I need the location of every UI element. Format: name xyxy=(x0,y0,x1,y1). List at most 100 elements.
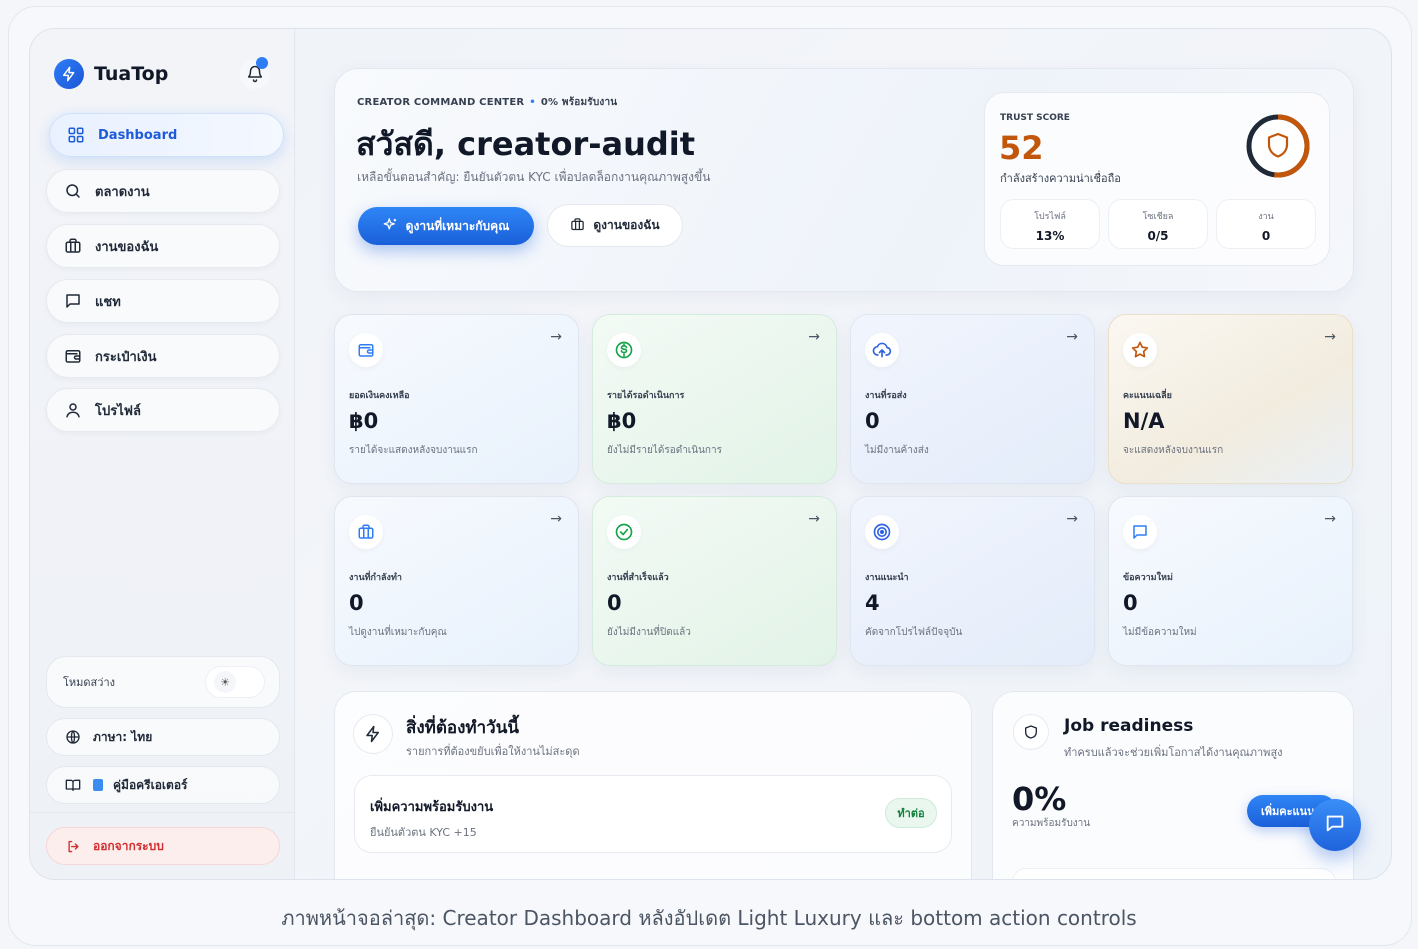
card-label: งานที่รอส่ง xyxy=(865,391,907,401)
language-button[interactable]: ภาษา: ไทย xyxy=(46,718,280,756)
today-title: สิ่งที่ต้องทำวันนี้ xyxy=(406,718,519,738)
sidebar-item-label: แชท xyxy=(95,294,121,310)
chat-icon xyxy=(1324,812,1346,838)
grid-icon xyxy=(66,125,86,145)
arrow-right-icon: → xyxy=(1066,511,1078,527)
arrow-right-icon: → xyxy=(1324,329,1336,345)
active-jobs-card[interactable]: → งานที่กำลังทำ 0 ไปดูงานที่เหมาะกับคุณ xyxy=(334,496,579,666)
sidebar-item-chat[interactable]: แชท xyxy=(46,279,280,323)
card-value: 4 xyxy=(865,591,880,615)
notification-bell-icon[interactable] xyxy=(240,57,270,89)
stat-jobs: งาน 0 xyxy=(1216,199,1316,249)
guide-label: คู่มือครีเอเตอร์ xyxy=(113,777,188,792)
star-icon xyxy=(1123,333,1157,367)
sidebar-item-wallet[interactable]: กระเป๋าเงิน xyxy=(46,334,280,378)
card-value: ฿0 xyxy=(349,409,379,433)
sidebar-item-label: Dashboard xyxy=(98,127,178,143)
briefcase-icon xyxy=(63,236,83,256)
stat-profile: โปรไฟล์ 13% xyxy=(1000,199,1100,249)
my-jobs-button[interactable]: ดูงานของฉัน xyxy=(547,204,683,247)
stat-label: โปรไฟล์ xyxy=(1034,212,1066,222)
card-value: 0 xyxy=(1123,591,1138,615)
stat-value: 13% xyxy=(1035,229,1065,243)
hero-eyebrow: CREATOR COMMAND CENTER • 0% พร้อมรับงาน xyxy=(357,97,618,108)
chat-fab-button[interactable] xyxy=(1309,799,1361,851)
notification-dot xyxy=(256,57,268,69)
dollar-icon xyxy=(607,333,641,367)
stat-label: โซเชียล xyxy=(1142,212,1174,222)
logout-icon xyxy=(63,836,83,856)
recommended-jobs-card[interactable]: → งานแนะนำ 4 คัดจากโปรไฟล์ปัจจุบัน xyxy=(850,496,1095,666)
arrow-right-icon: → xyxy=(808,511,820,527)
sun-icon: ☀ xyxy=(214,671,236,693)
screenshot-caption: ภาพหน้าจอล่าสุด: Creator Dashboard หลังอ… xyxy=(281,906,1137,930)
trust-label: TRUST SCORE xyxy=(1000,113,1070,123)
trust-score-card: TRUST SCORE 52 กำลังสร้างความน่าเชื่อถือ… xyxy=(984,92,1330,266)
readiness-checklist-item[interactable] xyxy=(1012,868,1336,879)
card-subtitle: รายได้จะแสดงหลังจบงานแรก xyxy=(349,445,478,456)
creator-guide-button[interactable]: คู่มือครีเอเตอร์ xyxy=(46,766,280,804)
pending-delivery-card[interactable]: → งานที่รอส่ง 0 ไม่มีงานค้างส่ง xyxy=(850,314,1095,484)
recommended-jobs-button[interactable]: ดูงานที่เหมาะกับคุณ xyxy=(358,207,534,245)
shield-icon xyxy=(1013,714,1049,750)
upload-cloud-icon xyxy=(865,333,899,367)
wallet-icon xyxy=(63,346,83,366)
pending-income-card[interactable]: → รายได้รอดำเนินการ ฿0 ยังไม่มีรายได้รอด… xyxy=(592,314,837,484)
card-subtitle: ไม่มีงานค้างส่ง xyxy=(865,445,929,456)
page-title: สวัสดี, creator-audit xyxy=(356,125,696,163)
sidebar-item-dashboard[interactable]: Dashboard xyxy=(49,113,284,157)
lightning-icon xyxy=(353,714,393,754)
sidebar-item-label: โปรไฟล์ xyxy=(95,403,141,419)
user-icon xyxy=(63,400,83,420)
task-title: เพิ่มความพร้อมรับงาน xyxy=(370,800,494,815)
card-label: งานที่สำเร็จแล้ว xyxy=(607,573,669,583)
card-subtitle: ไม่มีข้อความใหม่ xyxy=(1123,627,1197,638)
new-messages-card[interactable]: → ข้อความใหม่ 0 ไม่มีข้อความใหม่ xyxy=(1108,496,1353,666)
readiness-caption: ความพร้อมรับงาน xyxy=(1012,818,1091,829)
primary-button-label: ดูงานที่เหมาะกับคุณ xyxy=(405,218,510,233)
lightning-logo-icon xyxy=(54,59,84,89)
card-label: งานที่กำลังทำ xyxy=(349,573,402,583)
balance-card[interactable]: → ยอดเงินคงเหลือ ฿0 รายได้จะแสดงหลังจบงา… xyxy=(334,314,579,484)
sidebar-item-label: ตลาดงาน xyxy=(95,184,150,200)
theme-toggle[interactable]: ☀ xyxy=(205,666,265,698)
continue-task-button[interactable]: ทำต่อ xyxy=(885,798,937,828)
sidebar-item-my-jobs[interactable]: งานของฉัน xyxy=(46,224,280,268)
arrow-right-icon: → xyxy=(1324,511,1336,527)
readiness-title: Job readiness xyxy=(1064,716,1194,736)
chat-icon xyxy=(63,291,83,311)
arrow-right-icon: → xyxy=(550,329,562,345)
theme-toggle-row: โหมดสว่าง ☀ xyxy=(46,656,280,708)
average-rating-card[interactable]: → คะแนนเฉลี่ย N/A จะแสดงหลังจบงานแรก xyxy=(1108,314,1353,484)
card-label: คะแนนเฉลี่ย xyxy=(1123,391,1172,401)
hero-panel: CREATOR COMMAND CENTER • 0% พร้อมรับงาน สว… xyxy=(334,68,1354,292)
brand[interactable]: TuaTop xyxy=(54,59,168,89)
globe-icon xyxy=(63,727,83,747)
card-label: รายได้รอดำเนินการ xyxy=(607,391,685,401)
job-readiness-panel: Job readiness ทำครบแล้วจะช่วยเพิ่มโอกาสไ… xyxy=(992,691,1354,879)
stat-social: โซเชียล 0/5 xyxy=(1108,199,1208,249)
readiness-subtitle: ทำครบแล้วจะช่วยเพิ่มโอกาสได้งานคุณภาพสูง xyxy=(1064,746,1283,759)
sidebar-divider xyxy=(30,812,295,813)
briefcase-icon xyxy=(349,515,383,549)
stat-label: งาน xyxy=(1258,212,1274,222)
sparkles-icon xyxy=(383,217,398,235)
card-label: งานแนะนำ xyxy=(865,573,909,583)
card-value: N/A xyxy=(1123,409,1165,433)
readiness-status: 0% พร้อมรับงาน xyxy=(540,97,618,108)
card-label: ข้อความใหม่ xyxy=(1123,573,1173,583)
card-value: 0 xyxy=(607,591,622,615)
card-value: 0 xyxy=(349,591,364,615)
task-item[interactable]: เพิ่มความพร้อมรับงาน ยืนยันตัวตน KYC +15… xyxy=(354,775,952,853)
today-subtitle: รายการที่ต้องขยับเพื่อให้งานไม่สะดุด xyxy=(406,745,580,758)
trust-score-ring xyxy=(1246,114,1310,178)
sidebar-item-profile[interactable]: โปรไฟล์ xyxy=(46,388,280,432)
completed-jobs-card[interactable]: → งานที่สำเร็จแล้ว 0 ยังไม่มีงานที่ปิดแล… xyxy=(592,496,837,666)
card-value: 0 xyxy=(865,409,880,433)
logout-button[interactable]: ออกจากระบบ xyxy=(46,827,280,865)
card-value: ฿0 xyxy=(607,409,637,433)
sidebar: TuaTop Dashboard ตลาดงาน งานของฉัน แชท ก… xyxy=(30,29,295,879)
sidebar-item-job-market[interactable]: ตลาดงาน xyxy=(46,169,280,213)
card-subtitle: ยังไม่มีงานที่ปิดแล้ว xyxy=(607,627,691,638)
readiness-percent: 0% xyxy=(1012,780,1067,818)
